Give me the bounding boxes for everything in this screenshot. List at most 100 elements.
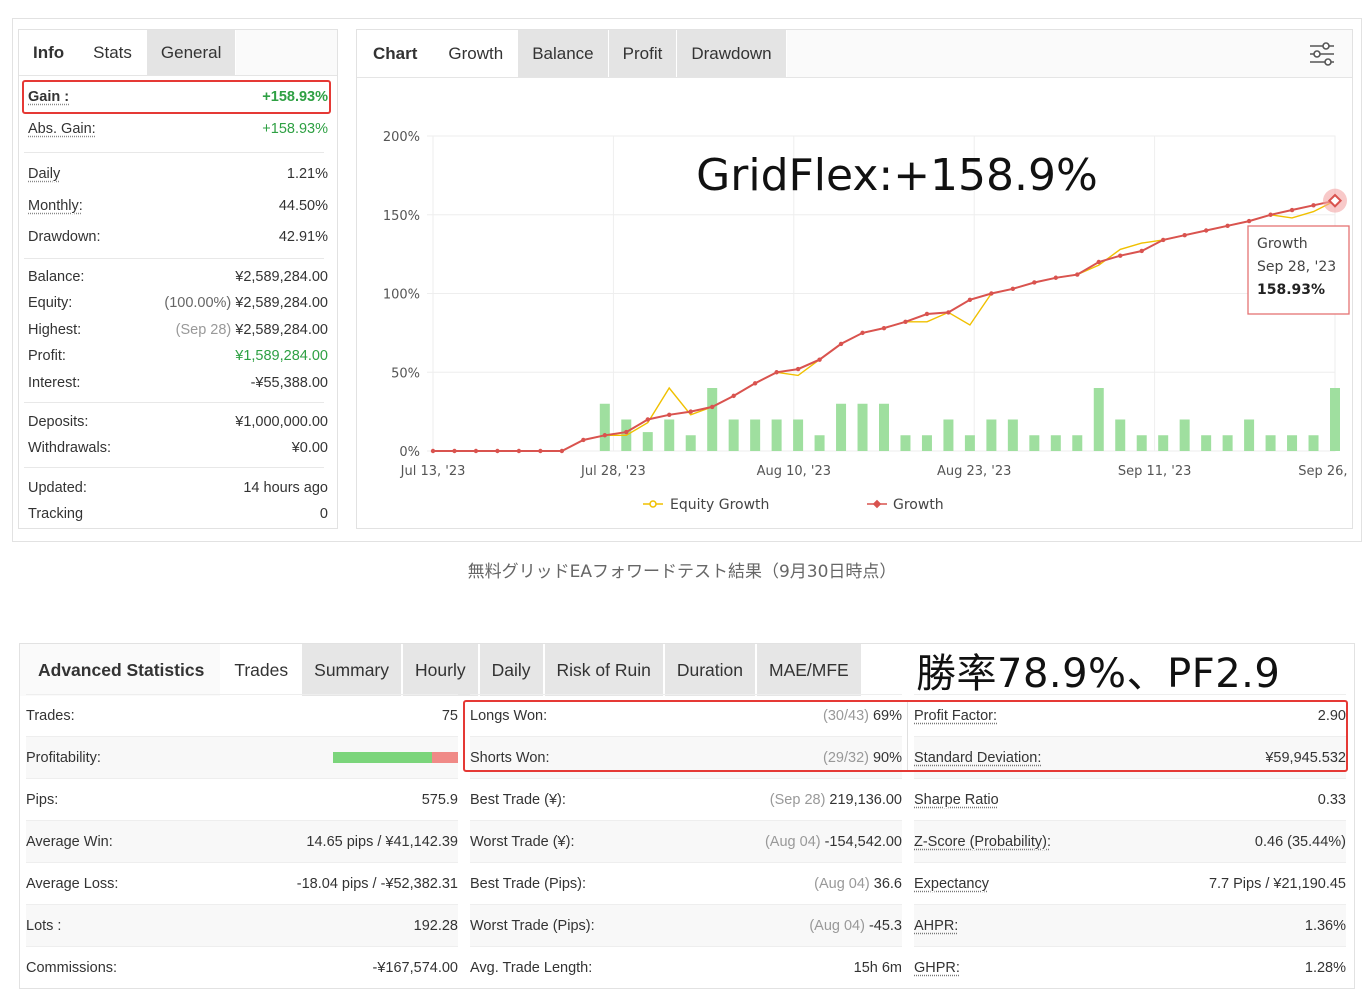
- y-tick-label: 150%: [383, 209, 420, 224]
- growth-point: [1053, 275, 1059, 280]
- info-row-abs-gain: Abs. Gain: +158.93%: [28, 117, 328, 141]
- legend-growth: Growth: [893, 497, 944, 513]
- daily-bar: [1093, 388, 1104, 451]
- growth-chart[interactable]: 0% 50% 100% 150% 200% Jul 13, '23 Jul 28, '23 A…: [357, 78, 1352, 528]
- tab-stats[interactable]: Stats: [79, 30, 147, 75]
- chart-panel: Chart Growth Balance Profit Drawdown 0% 5…: [356, 29, 1353, 529]
- stat-label[interactable]: GHPR:: [914, 960, 960, 976]
- tab-advanced-statistics[interactable]: Advanced Statistics: [20, 644, 223, 696]
- stat-note: (Sep 28): [769, 791, 826, 808]
- stat-value: 75: [442, 708, 458, 724]
- tooltip-value: 158.93%: [1257, 282, 1325, 298]
- tab-info[interactable]: Info: [19, 30, 80, 75]
- stat-label: Best Trade (Pips):: [470, 875, 587, 892]
- gain-label[interactable]: Gain :: [28, 89, 69, 105]
- stat-row: Expectancy 7.7 Pips / ¥21,190.45: [914, 862, 1346, 904]
- tab-hourly[interactable]: Hourly: [403, 644, 480, 696]
- divider: [24, 467, 324, 468]
- growth-point: [946, 310, 951, 315]
- daily-bar: [599, 403, 610, 451]
- info-row-daily: Daily 1.21%: [28, 162, 328, 186]
- growth-point: [1311, 203, 1316, 208]
- daily-bar: [964, 435, 975, 451]
- info-row-monthly: Monthly: 44.50%: [28, 194, 328, 218]
- growth-point: [924, 311, 930, 317]
- tab-summary[interactable]: Summary: [302, 644, 404, 696]
- info-row-withdrawals: Withdrawals: ¥0.00: [28, 436, 328, 460]
- tab-trades[interactable]: Trades: [222, 644, 303, 696]
- info-row-deposits: Deposits: ¥1,000,000.00: [28, 410, 328, 434]
- daily-bar: [1072, 435, 1083, 451]
- profitability-loss-segment: [431, 752, 458, 763]
- growth-point: [1268, 212, 1273, 217]
- stat-value: (Aug 04) 36.6: [814, 876, 902, 892]
- growth-point: [881, 325, 887, 331]
- stat-value-text: 0.46 (35.44%): [1254, 833, 1346, 850]
- x-tick-label: Aug 23, '23: [937, 464, 1011, 479]
- tab-balance[interactable]: Balance: [518, 30, 609, 77]
- abs-gain-label[interactable]: Abs. Gain:: [28, 121, 96, 137]
- info-row-gain: Gain : +158.93%: [28, 85, 328, 109]
- profitability-win-segment: [333, 752, 432, 763]
- tracking-value: 0: [319, 506, 328, 522]
- win-rate-overlay: 勝率78.9%、PF2.9: [916, 651, 1281, 697]
- daily-bar: [750, 419, 761, 451]
- highest-note: (Sep 28): [175, 322, 232, 338]
- tab-duration[interactable]: Duration: [664, 644, 757, 696]
- tab-profit[interactable]: Profit: [608, 30, 678, 77]
- growth-point: [1075, 272, 1080, 277]
- monthly-label[interactable]: Monthly:: [28, 198, 83, 214]
- updated-label: Updated:: [28, 480, 87, 496]
- caption: 無料グリッドEAフォワードテスト結果（9月30日時点）: [467, 562, 897, 582]
- legend-equity-marker: [649, 500, 657, 508]
- daily-label[interactable]: Daily: [28, 166, 60, 182]
- growth-point: [688, 409, 693, 414]
- sliders-icon[interactable]: [1308, 40, 1336, 68]
- tab-drawdown[interactable]: Drawdown: [677, 30, 787, 77]
- tab-growth[interactable]: Growth: [434, 30, 519, 77]
- info-row-drawdown: Drawdown: 42.91%: [28, 225, 328, 249]
- stat-row: Average Win: 14.65 pips / ¥41,142.39: [26, 820, 458, 862]
- y-tick-label: 50%: [391, 366, 420, 381]
- growth-point: [1289, 207, 1295, 213]
- growth-point: [495, 448, 500, 454]
- stat-value: 192.28: [414, 918, 458, 934]
- drawdown-value: 42.91%: [278, 229, 328, 245]
- withdrawals-value: ¥0.00: [291, 440, 328, 456]
- profit-value: ¥1,589,284.00: [235, 348, 328, 364]
- growth-point: [624, 429, 629, 435]
- daily-bar: [642, 432, 653, 451]
- divider: [24, 258, 324, 259]
- info-row-updated: Updated: 14 hours ago: [28, 476, 328, 500]
- growth-point: [1203, 228, 1209, 233]
- tab-risk-of-ruin[interactable]: Risk of Ruin: [544, 644, 665, 696]
- divider: [24, 152, 324, 153]
- growth-point: [473, 448, 479, 454]
- stat-label[interactable]: Expectancy: [914, 876, 989, 892]
- stat-label: Avg. Trade Length:: [470, 959, 593, 976]
- daily-bar: [1115, 419, 1126, 451]
- daily-bar: [814, 435, 825, 451]
- stat-label[interactable]: AHPR:: [914, 918, 958, 934]
- stat-value-text: -¥167,574.00: [372, 959, 458, 976]
- growth-point: [709, 404, 715, 410]
- stat-label[interactable]: Sharpe Ratio: [914, 792, 999, 808]
- stat-row: Worst Trade (¥): (Aug 04) -154,542.00: [470, 820, 902, 862]
- stat-label: Profitability:: [26, 749, 101, 766]
- daily-bar: [1158, 435, 1169, 451]
- stat-row: Profitability:: [26, 736, 458, 778]
- balance-value: ¥2,589,284.00: [235, 269, 328, 285]
- tab-mae-mfe[interactable]: MAE/MFE: [757, 644, 863, 696]
- tab-chart[interactable]: Chart: [357, 30, 435, 77]
- daily-bar: [728, 419, 739, 451]
- growth-point: [667, 412, 672, 417]
- daily-value: 1.21%: [286, 166, 328, 182]
- tab-daily[interactable]: Daily: [479, 644, 545, 696]
- daily-bar: [664, 419, 675, 451]
- growth-point: [1032, 280, 1037, 285]
- stat-value: -18.04 pips / -¥52,382.31: [297, 876, 458, 892]
- stat-label: Average Loss:: [26, 875, 119, 892]
- stat-row: Pips: 575.9: [26, 778, 458, 820]
- stat-label[interactable]: Z-Score (Probability):: [914, 834, 1051, 850]
- tab-general[interactable]: General: [146, 30, 237, 75]
